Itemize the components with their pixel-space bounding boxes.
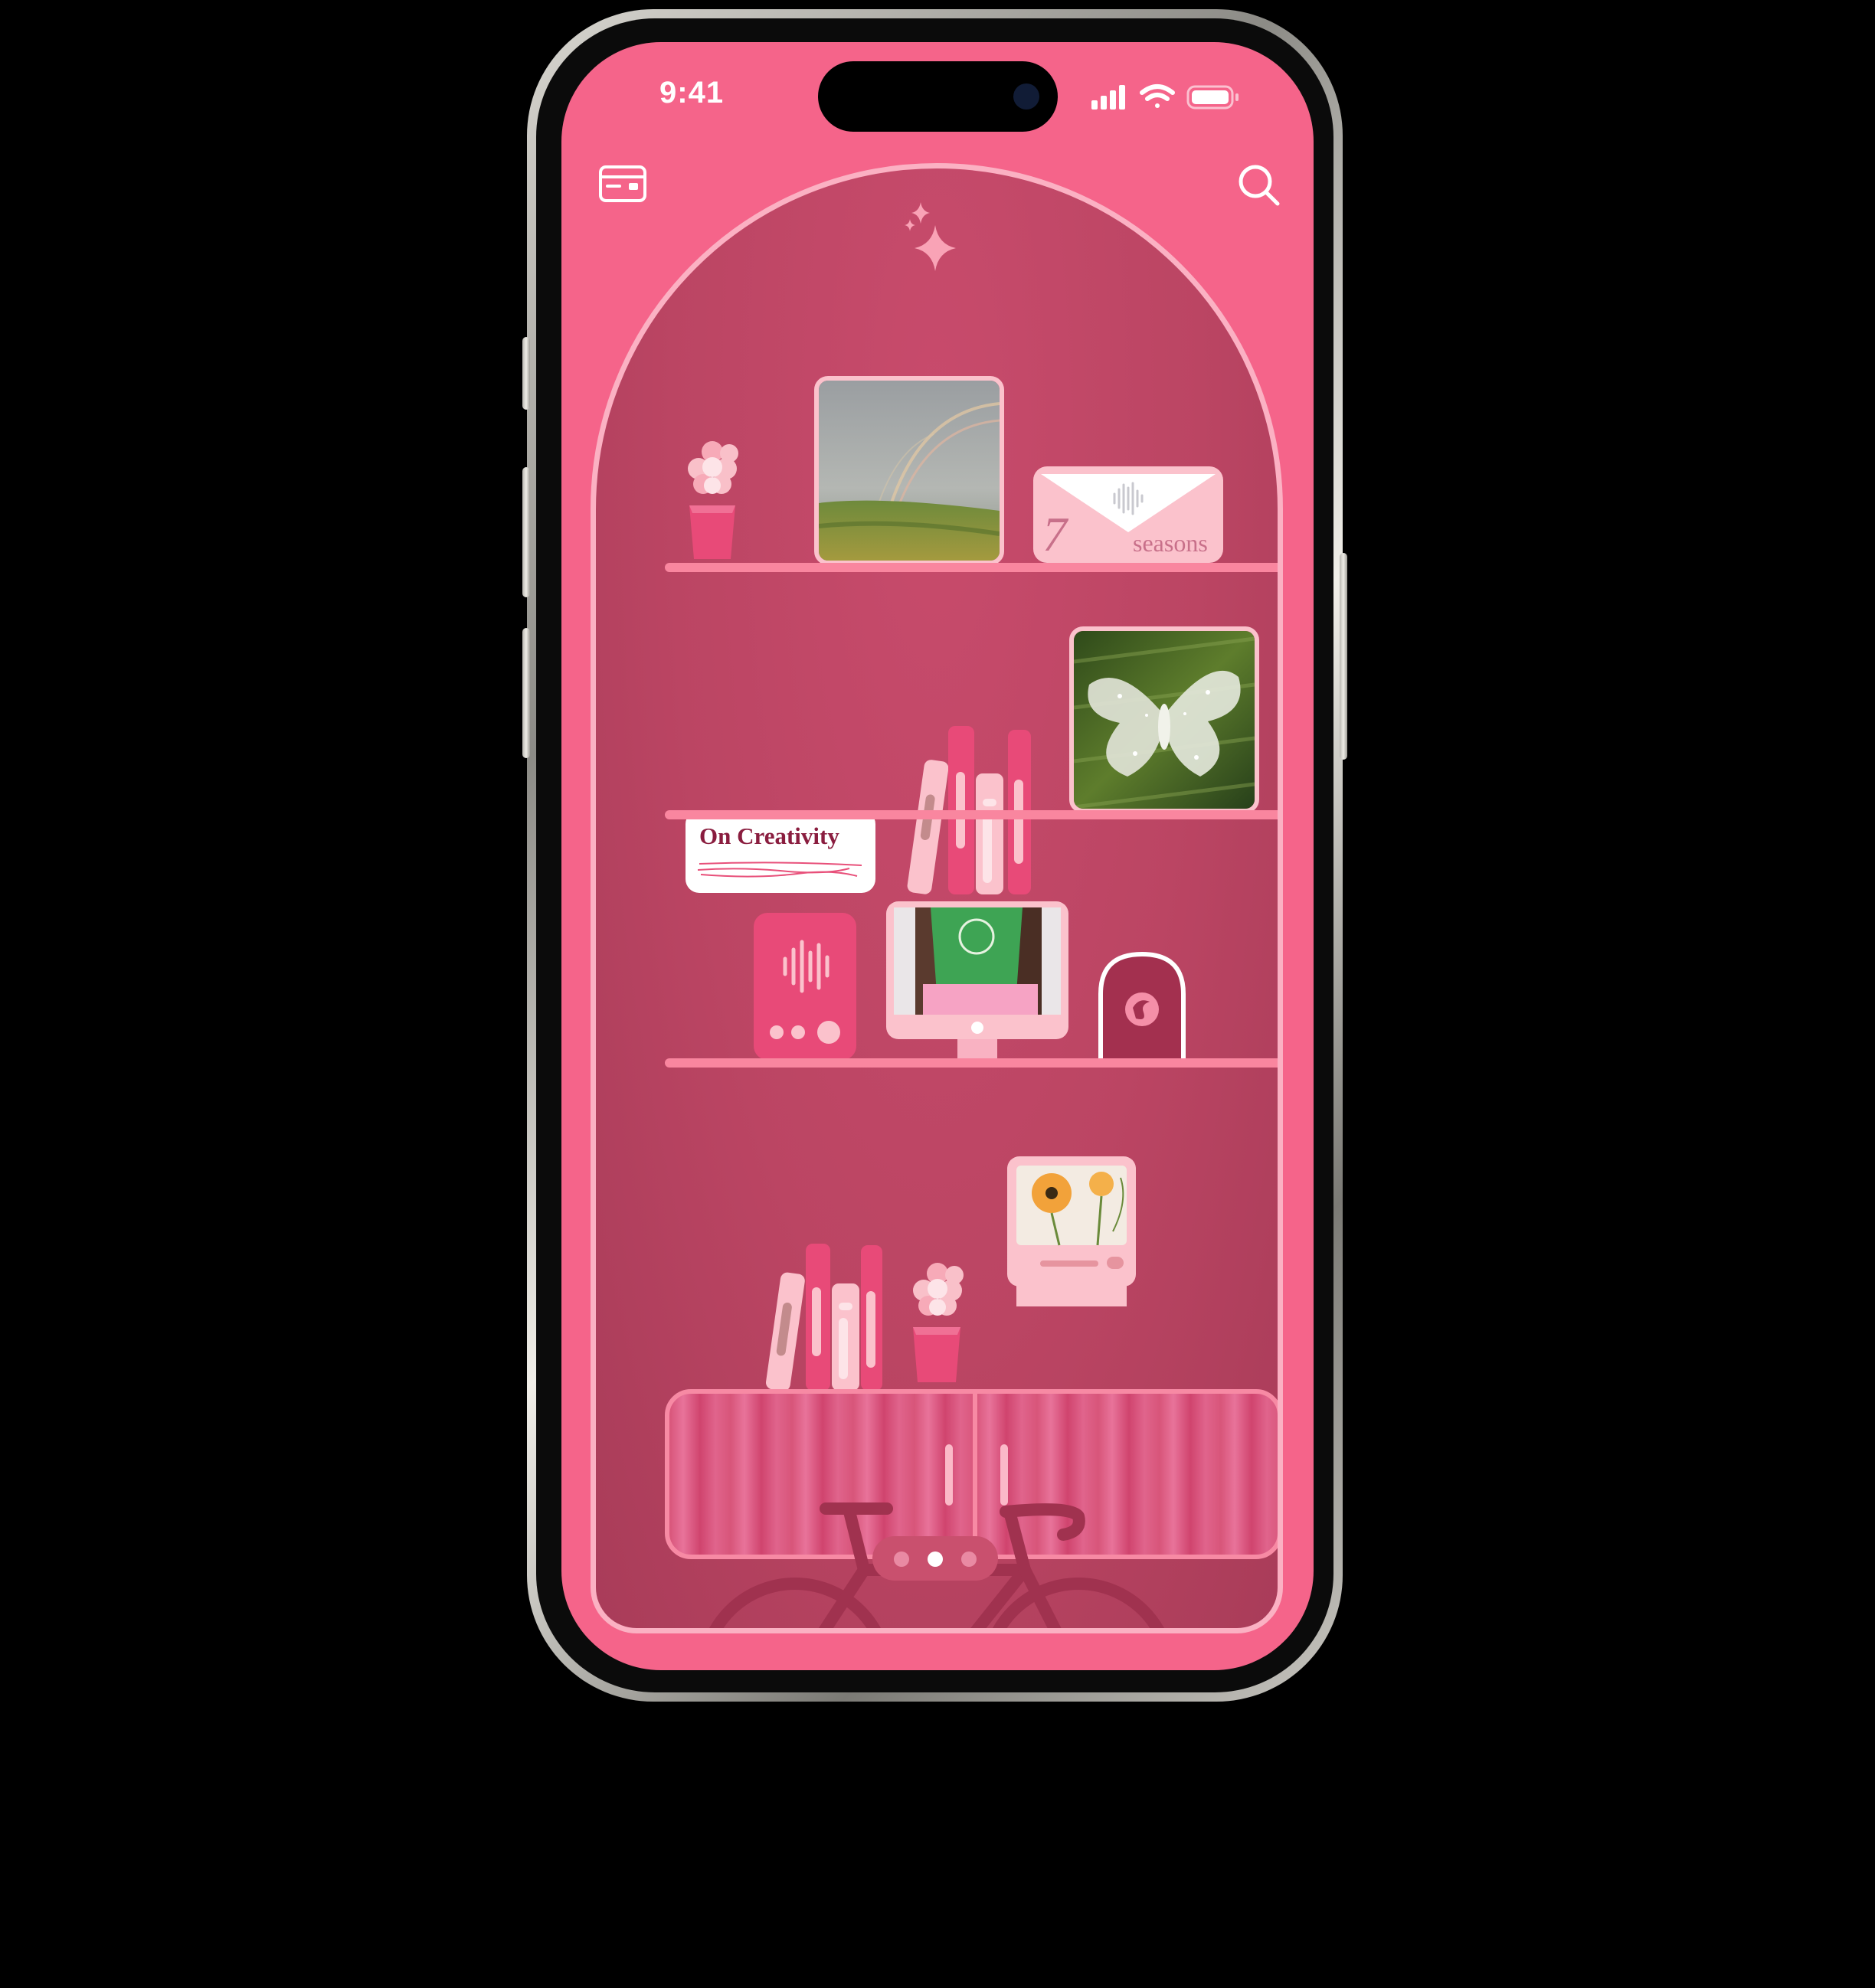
action-button — [522, 337, 530, 410]
scribble-lines — [697, 862, 862, 878]
bookshelf-arch: 7 seasons On Creativity — [591, 163, 1283, 1633]
phone-screen: 9:41 7 seasons On Creativity — [561, 42, 1314, 1670]
card-icon — [599, 165, 646, 202]
search-button[interactable] — [1236, 162, 1282, 212]
volume-up-button — [522, 467, 530, 597]
moth-photo[interactable] — [1069, 626, 1259, 813]
cabinet-right-handle[interactable] — [1000, 1444, 1008, 1506]
page-indicator[interactable] — [872, 1536, 998, 1581]
books-shelf-4[interactable] — [757, 1169, 883, 1391]
wifi-icon — [1140, 84, 1175, 108]
shelf-1 — [665, 563, 1278, 572]
page-dot-3[interactable] — [961, 1551, 977, 1567]
power-button — [1340, 553, 1347, 760]
search-icon — [1239, 165, 1280, 206]
arch-lamp[interactable] — [1098, 951, 1186, 1066]
status-time: 9:41 — [659, 76, 725, 110]
battery-icon — [1186, 85, 1239, 110]
shelf-3 — [665, 1058, 1278, 1068]
status-icons — [1091, 82, 1252, 116]
rainbow-photo[interactable] — [814, 376, 1004, 565]
page-dot-1[interactable] — [894, 1551, 909, 1567]
camera-icon — [1013, 83, 1039, 110]
flower-vase[interactable] — [682, 437, 751, 567]
page-dot-2-active[interactable] — [928, 1551, 943, 1567]
shelf-2 — [665, 810, 1278, 819]
note-title: On Creativity — [699, 822, 839, 849]
note-card[interactable]: On Creativity — [686, 810, 875, 893]
audio-envelope[interactable]: 7 seasons — [1032, 465, 1225, 564]
audio-device[interactable] — [752, 911, 858, 1061]
dynamic-island — [818, 61, 1058, 132]
envelope-label: seasons — [1133, 529, 1208, 557]
computer-photo[interactable] — [885, 900, 1070, 1065]
retro-computer-photo[interactable] — [1006, 1155, 1137, 1308]
flower-vase[interactable] — [907, 1260, 973, 1386]
volume-down-button — [522, 628, 530, 758]
envelope-number: 7 — [1042, 507, 1067, 561]
cabinet-left-handle[interactable] — [945, 1444, 953, 1506]
card-button[interactable] — [598, 165, 647, 207]
books-shelf-2[interactable] — [902, 672, 1032, 894]
sparkle-icon — [905, 202, 956, 271]
cellular-signal-icon — [1091, 85, 1125, 110]
